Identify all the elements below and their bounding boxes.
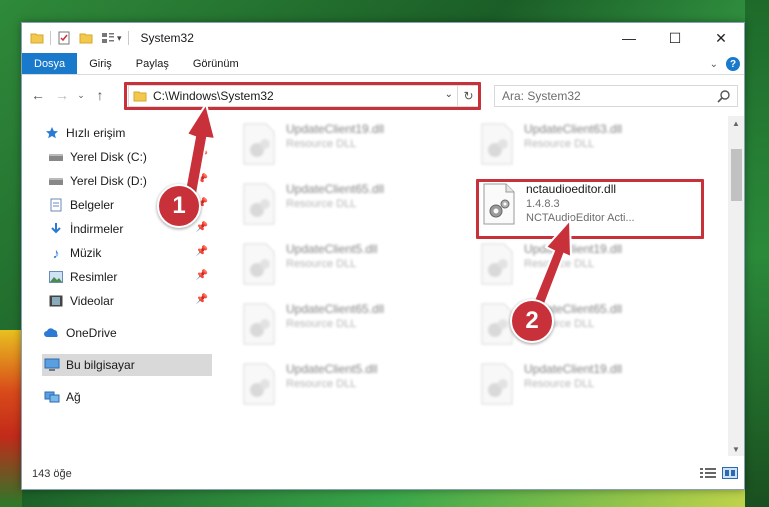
annotation-arrows bbox=[180, 101, 573, 324]
callout-step-1: 1 bbox=[157, 184, 201, 228]
callout-step-2: 2 bbox=[510, 299, 554, 343]
